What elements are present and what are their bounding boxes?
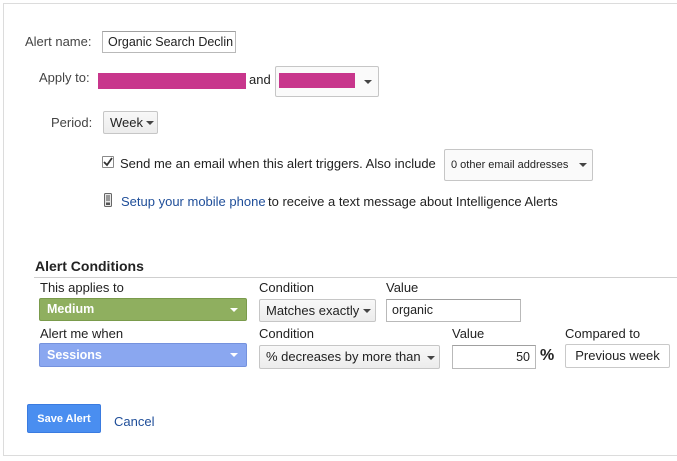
period-select[interactable]: Week — [103, 111, 158, 134]
dimension-condition-select[interactable]: Matches exactly — [259, 299, 376, 322]
condition-header-2: Condition — [259, 326, 314, 341]
value-header-1: Value — [386, 280, 419, 295]
metric-value-text: 50 — [516, 350, 530, 364]
metric-value-input[interactable]: 50 — [452, 345, 536, 369]
period-value: Week — [110, 115, 143, 130]
save-alert-button[interactable]: Save Alert — [27, 404, 101, 433]
compared-to-select[interactable]: Previous week — [565, 344, 670, 368]
chevron-down-icon — [364, 80, 372, 84]
apply-to-connector: and — [249, 72, 271, 87]
condition-header-1: Condition — [259, 280, 314, 295]
alert-name-input[interactable]: Organic Search Declin — [102, 31, 236, 53]
other-emails-select[interactable]: 0 other email addresses — [444, 149, 593, 181]
compared-to-value: Previous week — [575, 348, 660, 363]
dimension-select[interactable]: Medium — [39, 298, 247, 321]
email-text: Send me an email when this alert trigger… — [120, 156, 436, 171]
metric-condition-select[interactable]: % decreases by more than — [259, 345, 440, 369]
cancel-link[interactable]: Cancel — [114, 414, 154, 429]
applies-to-header: This applies to — [40, 280, 124, 295]
period-label: Period: — [51, 115, 93, 130]
alert-me-when-header: Alert me when — [40, 326, 124, 341]
chevron-down-icon — [230, 308, 238, 312]
save-alert-label: Save Alert — [37, 413, 91, 425]
apply-to-view-redacted — [279, 73, 355, 88]
apply-to-view-select[interactable] — [275, 66, 379, 97]
compared-to-header: Compared to — [565, 326, 641, 341]
alert-name-value: Organic Search Declin — [108, 35, 234, 49]
conditions-divider — [34, 277, 677, 278]
chevron-down-icon — [427, 356, 435, 360]
value-header-2: Value — [452, 326, 485, 341]
chevron-down-icon — [363, 309, 371, 313]
other-emails-value: 0 other email addresses — [451, 159, 569, 171]
apply-to-label: Apply to: — [39, 70, 90, 85]
setup-mobile-link[interactable]: Setup your mobile phone — [121, 194, 266, 209]
mobile-text: to receive a text message about Intellig… — [268, 194, 558, 209]
mobile-phone-icon — [104, 193, 112, 207]
metric-value: Sessions — [47, 348, 102, 362]
email-checkbox[interactable] — [102, 156, 114, 168]
dimension-value-input[interactable]: organic — [386, 299, 521, 322]
apply-to-profile-redacted — [98, 73, 246, 89]
metric-condition-value: % decreases by more than — [266, 349, 421, 364]
dimension-value: Medium — [47, 302, 95, 316]
percent-unit: % — [540, 347, 555, 364]
metric-select[interactable]: Sessions — [39, 343, 247, 367]
chevron-down-icon — [146, 121, 154, 125]
chevron-down-icon — [230, 353, 238, 357]
alert-name-label: Alert name: — [25, 34, 92, 49]
alert-conditions-title: Alert Conditions — [35, 258, 144, 274]
dimension-condition-value: Matches exactly — [266, 303, 360, 318]
checkmark-icon — [103, 157, 113, 167]
dimension-value-text: organic — [392, 303, 433, 317]
chevron-down-icon — [579, 163, 587, 167]
